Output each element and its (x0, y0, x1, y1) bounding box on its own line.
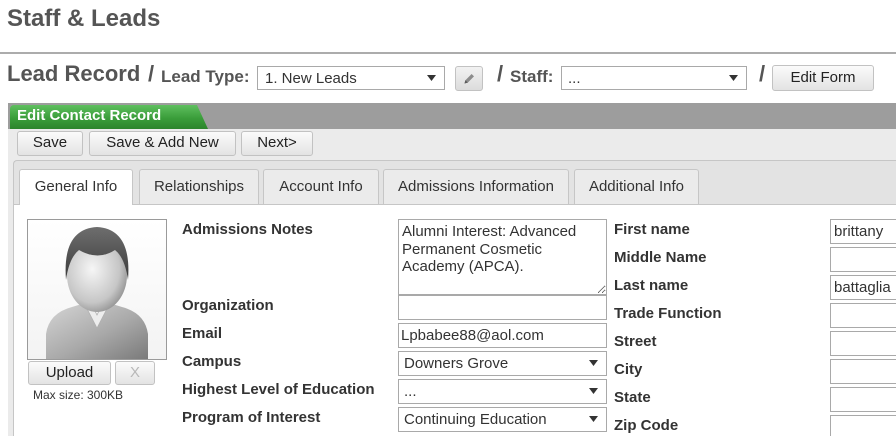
edit-form-button[interactable]: Edit Form (772, 65, 874, 91)
city-label: City (614, 361, 643, 378)
last-name-field[interactable] (830, 275, 896, 300)
education-value: ... (404, 383, 417, 400)
lead-type-value: 1. New Leads (265, 70, 357, 87)
chevron-down-icon (589, 416, 598, 422)
avatar (27, 219, 167, 360)
first-name-label: First name (614, 221, 690, 238)
program-value: Continuing Education (404, 411, 547, 428)
save-and-add-new-button[interactable]: Save & Add New (89, 131, 236, 156)
tab-account-info[interactable]: Account Info (263, 169, 379, 204)
street-field[interactable] (830, 331, 896, 356)
lead-type-label: Lead Type: (161, 67, 250, 86)
first-name-field[interactable] (830, 219, 896, 244)
tab-additional-info[interactable]: Additional Info (574, 169, 699, 204)
chevron-down-icon (589, 360, 598, 366)
zip-code-label: Zip Code (614, 417, 679, 434)
max-size-note: Max size: 300KB (33, 388, 124, 402)
admissions-notes-field[interactable]: Alumni Interest: Advanced Permanent Cosm… (398, 219, 607, 295)
campus-value: Downers Grove (404, 355, 509, 372)
breadcrumb-separator: / (148, 61, 155, 86)
last-name-label: Last name (614, 277, 689, 294)
tab-general-info[interactable]: General Info (19, 169, 133, 205)
remove-photo-button[interactable]: X (115, 361, 155, 385)
edit-lead-type-button[interactable] (455, 66, 483, 91)
breadcrumb-separator: / (759, 61, 766, 86)
staff-label: Staff: (510, 67, 554, 86)
upload-photo-button[interactable]: Upload (28, 361, 111, 385)
organization-field[interactable] (398, 295, 607, 320)
trade-function-label: Trade Function (614, 305, 722, 322)
state-label: State (614, 389, 651, 406)
tab-admissions-information[interactable]: Admissions Information (383, 169, 569, 204)
email-label: Email (182, 325, 223, 342)
campus-select[interactable]: Downers Grove (398, 351, 607, 376)
program-label: Program of Interest (182, 409, 321, 426)
chevron-down-icon (729, 75, 738, 81)
trade-function-field[interactable] (830, 303, 896, 328)
edit-contact-record-header: Edit Contact Record (10, 105, 208, 129)
staff-select[interactable]: ... (561, 66, 747, 90)
education-select[interactable]: ... (398, 379, 607, 404)
title-divider (0, 52, 896, 54)
state-field[interactable] (830, 387, 896, 412)
middle-name-field[interactable] (830, 247, 896, 272)
chevron-down-icon (589, 388, 598, 394)
pencil-icon (464, 73, 474, 83)
breadcrumb-separator: / (497, 61, 504, 86)
admissions-notes-label: Admissions Notes (182, 221, 313, 238)
campus-label: Campus (182, 353, 242, 370)
email-field[interactable] (398, 323, 607, 348)
city-field[interactable] (830, 359, 896, 384)
lead-type-select[interactable]: 1. New Leads (257, 66, 445, 90)
program-select[interactable]: Continuing Education (398, 407, 607, 432)
organization-label: Organization (182, 297, 274, 314)
staff-leads-page: Staff & Leads Lead Record / Lead Type: 1… (0, 0, 896, 436)
user-silhouette-icon (28, 220, 166, 359)
middle-name-label: Middle Name (614, 249, 707, 266)
zip-code-field[interactable] (830, 415, 896, 436)
next-button[interactable]: Next> (241, 131, 313, 156)
street-label: Street (614, 333, 657, 350)
staff-value: ... (568, 70, 581, 87)
chevron-down-icon (427, 75, 436, 81)
page-title: Staff & Leads (7, 5, 161, 32)
lead-record-title: Lead Record (7, 61, 141, 86)
tab-relationships[interactable]: Relationships (139, 169, 259, 204)
education-label: Highest Level of Education (182, 381, 375, 398)
save-button[interactable]: Save (17, 131, 83, 156)
